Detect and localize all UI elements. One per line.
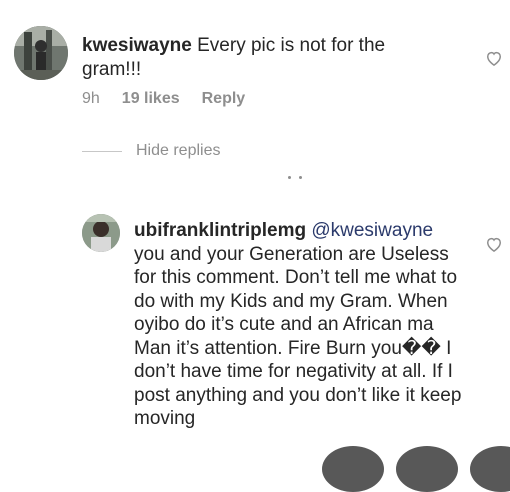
comment-likes[interactable]: 19 likes (122, 90, 180, 108)
dot (288, 176, 291, 179)
comment-time: 9h (82, 90, 100, 107)
divider-line (82, 150, 122, 152)
reply-avatar-photo-icon (82, 214, 120, 252)
comment-body: kwesiwayne Every pic is not for the gram… (82, 34, 432, 81)
hide-replies-button[interactable]: Hide replies (82, 142, 220, 160)
overlay-circle[interactable] (322, 446, 384, 492)
hide-replies-label: Hide replies (136, 142, 221, 159)
overlay-buttons (322, 446, 510, 492)
overlay-circle[interactable] (470, 446, 510, 492)
avatar-photo-icon (14, 26, 68, 80)
heart-outline-icon[interactable] (484, 48, 504, 68)
dot (299, 176, 302, 179)
comment-username[interactable]: kwesiwayne (82, 35, 192, 56)
avatar[interactable] (14, 26, 68, 80)
reply-mention[interactable]: @kwesiwayne (311, 220, 433, 241)
loading-dots (288, 176, 302, 179)
reply-heart-outline-icon[interactable] (484, 234, 504, 254)
reply-text: you and your Generation are Useless for … (134, 244, 461, 430)
overlay-circle[interactable] (396, 446, 458, 492)
comment-meta: 9h 19 likes Reply (82, 90, 267, 108)
reply-username[interactable]: ubifranklintriplemg (134, 220, 306, 241)
reply-body: ubifranklintriplemg @kwesiwayne you and … (134, 219, 464, 431)
reply-button[interactable]: Reply (202, 90, 246, 108)
reply-avatar[interactable] (82, 214, 120, 252)
emoji-glyph: �� (401, 337, 441, 359)
